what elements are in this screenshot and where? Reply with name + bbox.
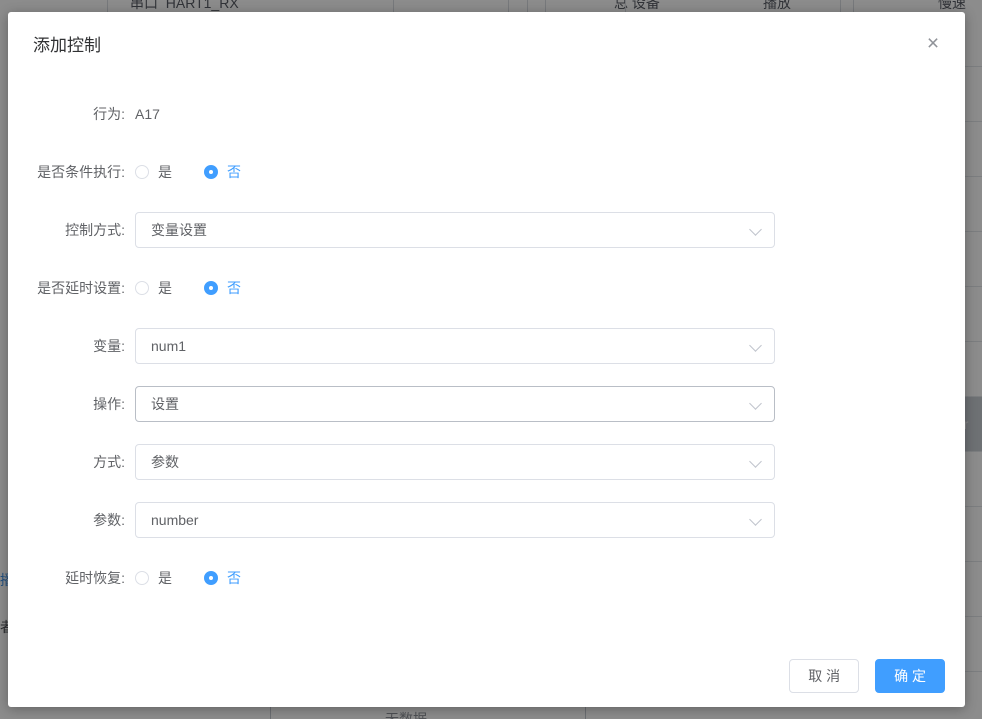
select-value: 变量设置 (151, 220, 207, 240)
form-item-behavior: 行为: A17 (8, 96, 965, 132)
select-value: number (151, 512, 198, 528)
control-mode-label: 控制方式: (8, 220, 135, 240)
form-item-variable: 变量: num1 (8, 328, 965, 364)
radio-label: 是 (158, 568, 172, 588)
select-value: num1 (151, 338, 186, 354)
delay-setting-radio-yes[interactable]: 是 (135, 278, 172, 298)
radio-label: 否 (227, 278, 241, 298)
dialog-header: 添加控制 (8, 12, 965, 56)
method-select[interactable]: 参数 (135, 444, 775, 480)
app-root: 串口 HART1_RX 总 设备 播放 慢速 er (0, 0, 982, 719)
delay-setting-radio-no[interactable]: 否 (204, 278, 241, 298)
form-item-control-mode: 控制方式: 变量设置 (8, 212, 965, 248)
radio-label: 是 (158, 162, 172, 182)
operation-label: 操作: (8, 394, 135, 414)
form-item-delay-restore: 延时恢复: 是 否 (8, 560, 965, 596)
radio-label: 是 (158, 278, 172, 298)
variable-label: 变量: (8, 336, 135, 356)
chevron-down-icon (749, 339, 762, 352)
form-item-conditional: 是否条件执行: 是 否 (8, 154, 965, 190)
select-value: 设置 (151, 394, 179, 414)
form-item-operation: 操作: 设置 (8, 386, 965, 422)
radio-unchecked-icon (135, 571, 149, 585)
dialog-footer: 取 消 确 定 (789, 659, 945, 693)
operation-select[interactable]: 设置 (135, 386, 775, 422)
variable-select[interactable]: num1 (135, 328, 775, 364)
radio-label: 否 (227, 568, 241, 588)
control-mode-select[interactable]: 变量设置 (135, 212, 775, 248)
close-icon[interactable]: × (923, 34, 943, 54)
chevron-down-icon (749, 223, 762, 236)
radio-label: 否 (227, 162, 241, 182)
delay-setting-radio-group: 是 否 (135, 278, 241, 298)
chevron-down-icon (749, 397, 762, 410)
confirm-button[interactable]: 确 定 (875, 659, 945, 693)
select-value: 参数 (151, 452, 179, 472)
radio-unchecked-icon (135, 165, 149, 179)
chevron-down-icon (749, 513, 762, 526)
radio-checked-icon (204, 165, 218, 179)
method-label: 方式: (8, 452, 135, 472)
conditional-radio-group: 是 否 (135, 162, 241, 182)
behavior-label: 行为: (8, 104, 135, 124)
delay-restore-radio-no[interactable]: 否 (204, 568, 241, 588)
parameter-label: 参数: (8, 510, 135, 530)
conditional-radio-yes[interactable]: 是 (135, 162, 172, 182)
delay-restore-radio-yes[interactable]: 是 (135, 568, 172, 588)
dialog-title: 添加控制 (33, 36, 101, 55)
form-item-parameter: 参数: number (8, 502, 965, 538)
delay-restore-label: 延时恢复: (8, 568, 135, 588)
chevron-down-icon (749, 455, 762, 468)
radio-checked-icon (204, 571, 218, 585)
add-control-dialog: 添加控制 × 行为: A17 是否条件执行: 是 否 (8, 12, 965, 707)
cancel-button[interactable]: 取 消 (789, 659, 859, 693)
conditional-radio-no[interactable]: 否 (204, 162, 241, 182)
delay-setting-label: 是否延时设置: (8, 278, 135, 298)
add-control-form: 行为: A17 是否条件执行: 是 否 控制方式: (8, 96, 965, 596)
form-item-delay-setting: 是否延时设置: 是 否 (8, 270, 965, 306)
form-item-method: 方式: 参数 (8, 444, 965, 480)
parameter-select[interactable]: number (135, 502, 775, 538)
radio-checked-icon (204, 281, 218, 295)
delay-restore-radio-group: 是 否 (135, 568, 241, 588)
behavior-value: A17 (135, 106, 160, 122)
conditional-label: 是否条件执行: (8, 162, 135, 182)
radio-unchecked-icon (135, 281, 149, 295)
